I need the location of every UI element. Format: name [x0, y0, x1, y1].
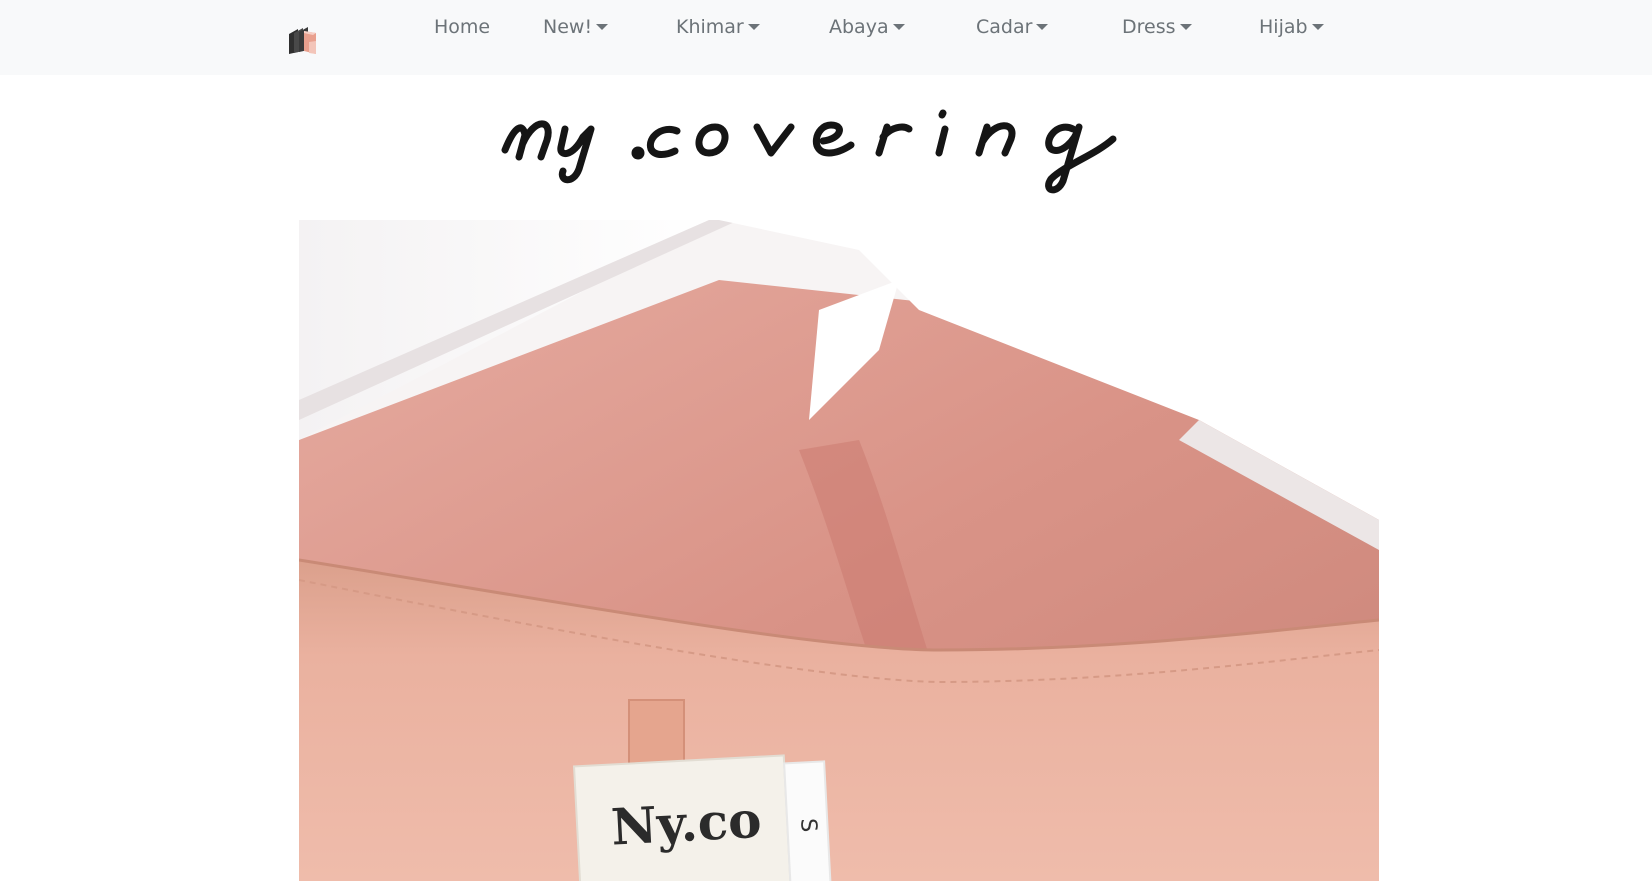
nav-item-label: Home: [434, 16, 491, 38]
caret-down-icon: [892, 24, 905, 30]
hero-product-image: Ny.co S: [299, 220, 1379, 881]
nav-item-label: Khimar: [676, 16, 744, 38]
nav-item-khimar[interactable]: Khimar: [676, 12, 760, 42]
nav-item-cadar[interactable]: Cadar: [976, 12, 1049, 42]
caret-down-icon: [1311, 24, 1324, 30]
caret-down-icon: [747, 24, 760, 30]
stacked-books-icon[interactable]: [286, 24, 320, 56]
nav-item-new[interactable]: New!: [543, 12, 609, 42]
nav-item-dress[interactable]: Dress: [1122, 12, 1192, 42]
garment-label-text: Ny.co: [610, 790, 763, 857]
nav-item-home[interactable]: Home: [434, 12, 490, 42]
caret-down-icon: [1179, 24, 1192, 30]
site-script-logo[interactable]: [495, 95, 1175, 205]
navbar: Home New! Khimar Abaya Cadar Dress Hijab: [0, 0, 1652, 75]
nav-item-hijab[interactable]: Hijab: [1259, 12, 1324, 42]
size-tag-text: S: [795, 818, 821, 833]
nav-item-abaya[interactable]: Abaya: [829, 12, 905, 42]
nav-item-label: Hijab: [1259, 16, 1308, 38]
nav-item-label: Dress: [1122, 16, 1176, 38]
caret-down-icon: [596, 24, 609, 30]
nav-item-label: Abaya: [829, 16, 889, 38]
nav-item-label: New!: [543, 16, 593, 38]
nav-item-label: Cadar: [976, 16, 1033, 38]
caret-down-icon: [1036, 24, 1049, 30]
